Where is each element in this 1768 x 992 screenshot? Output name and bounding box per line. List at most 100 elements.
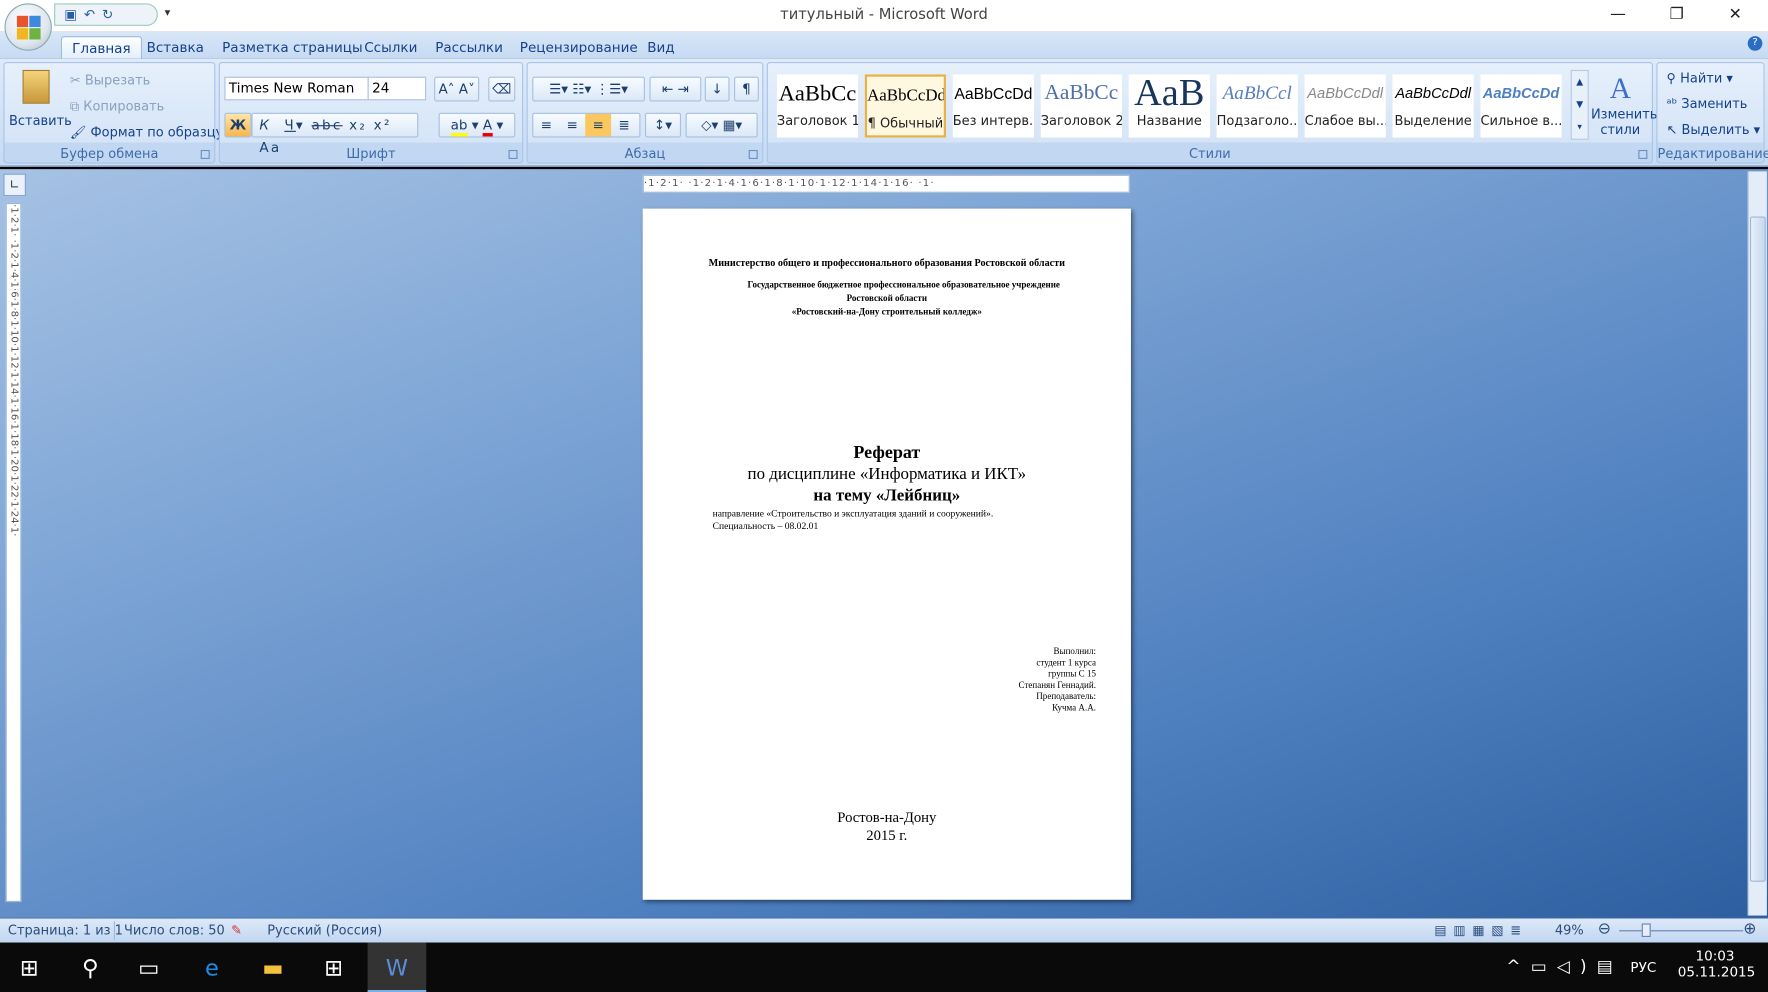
proofing-icon[interactable]: ✎: [231, 922, 242, 938]
tab-mailings[interactable]: Рассылки: [425, 36, 513, 59]
office-button[interactable]: [4, 3, 52, 51]
word-taskbar-icon[interactable]: W: [367, 942, 427, 992]
find-button[interactable]: ⚲ Найти ▾: [1667, 70, 1733, 86]
font-name-field[interactable]: Times New Roman: [224, 76, 369, 101]
cut-button[interactable]: ✂ Вырезать: [70, 72, 150, 88]
list-buttons[interactable]: ☰▾ ☷▾ ⋮☰▾: [532, 76, 645, 102]
copy-button[interactable]: ⧉ Копировать: [70, 98, 164, 115]
dialog-launcher-icon[interactable]: [200, 149, 210, 159]
dialog-launcher-icon[interactable]: [1638, 149, 1648, 159]
style-1[interactable]: AaBbCcDd ¶ Обычный: [864, 74, 947, 138]
done-by-label: Выполнил:: [1053, 646, 1096, 657]
undo-icon[interactable]: ↶: [84, 7, 102, 23]
style-preview: AaBbCcl: [1222, 82, 1292, 104]
tab-references[interactable]: Ссылки: [354, 36, 427, 59]
zoom-slider-thumb[interactable]: [1641, 923, 1651, 937]
word-count[interactable]: Число слов: 50: [124, 922, 225, 938]
group-label: Абзац: [624, 145, 666, 162]
select-button[interactable]: ↖ Выделить ▾: [1667, 122, 1761, 138]
underline-button[interactable]: Ч: [284, 117, 296, 133]
dialog-launcher-icon[interactable]: [748, 149, 758, 159]
zoom-out-icon[interactable]: ⊖: [1598, 920, 1611, 938]
scrollbar-thumb[interactable]: [1749, 216, 1766, 882]
help-icon[interactable]: ?: [1747, 36, 1763, 51]
tab-home[interactable]: Главная: [60, 36, 142, 59]
highlight-icon[interactable]: ab: [450, 117, 468, 137]
customize-icon[interactable]: ▾: [165, 7, 171, 19]
format-painter-button[interactable]: 🖌 Формат по образцу: [70, 124, 223, 140]
specialty-line: Специальность – 08.02.01: [712, 519, 819, 532]
style-5[interactable]: AaBbCcl Подзаголо...: [1216, 74, 1298, 138]
align-center-button[interactable]: ≡: [559, 114, 585, 137]
page-count[interactable]: Страница: 1 из 1: [8, 922, 123, 938]
shading-borders-buttons[interactable]: ◇▾ ▦▾: [685, 112, 758, 138]
style-preview: AaBbCcDd: [954, 84, 1033, 103]
font-color-icon[interactable]: A: [482, 117, 493, 137]
document-page[interactable]: Министерство общего и профессионального …: [642, 208, 1131, 900]
language-indicator[interactable]: Русский (Россия): [267, 922, 382, 938]
bold-button[interactable]: Ж: [224, 112, 252, 138]
indent-buttons[interactable]: ⇤ ⇥: [649, 76, 702, 102]
clear-format-button[interactable]: ⌫: [488, 76, 516, 102]
replace-label: Заменить: [1681, 95, 1748, 112]
shrink-font-icon[interactable]: A˅: [459, 81, 475, 97]
replace-button[interactable]: ᵃᵇ Заменить: [1667, 96, 1748, 112]
paste-icon: [22, 69, 50, 104]
style-7[interactable]: AaBbCcDdl Выделение: [1392, 74, 1474, 138]
redo-icon[interactable]: ↻: [102, 7, 120, 23]
tab-stop-selector[interactable]: ∟: [3, 173, 26, 197]
justify-button[interactable]: ≣: [611, 114, 637, 137]
store-icon[interactable]: ⊞: [304, 943, 363, 992]
style-6[interactable]: AaBbCcDdl Слабое вы...: [1304, 74, 1386, 138]
line-spacing-button[interactable]: ↕▾: [644, 112, 682, 138]
dialog-launcher-icon[interactable]: [508, 149, 518, 159]
clock[interactable]: 10:03 05.11.2015: [1678, 948, 1755, 980]
tab-page-layout[interactable]: Разметка страницы: [212, 36, 373, 59]
sort-button[interactable]: ↓: [704, 76, 730, 102]
minimize-button[interactable]: —: [1592, 0, 1644, 32]
tray-icons[interactable]: ^▭◁)▤: [1506, 956, 1622, 976]
zoom-slider[interactable]: [1619, 930, 1744, 932]
tab-view[interactable]: Вид: [637, 36, 685, 59]
zoom-level[interactable]: 49%: [1555, 922, 1584, 938]
close-button[interactable]: ✕: [1709, 0, 1761, 32]
windows-start-icon[interactable]: ⊞: [0, 943, 59, 992]
group-label: Редактирование: [1657, 145, 1768, 162]
select-label: Выделить: [1681, 121, 1750, 138]
style-4[interactable]: AaB Название: [1128, 74, 1210, 138]
strikethrough-button[interactable]: abc: [311, 117, 342, 133]
tab-review[interactable]: Рецензирование: [510, 36, 648, 59]
superscript-button[interactable]: x²: [374, 117, 392, 133]
file-explorer-icon[interactable]: ▬: [244, 943, 303, 992]
horizontal-ruler[interactable]: ·1·2·1· ·1·2·1·4·1·6·1·8·1·10·1·12·1·14·…: [642, 174, 1130, 193]
maximize-button[interactable]: ❐: [1651, 0, 1703, 32]
zoom-in-icon[interactable]: ⊕: [1743, 920, 1756, 938]
font-size-field[interactable]: 24: [367, 76, 427, 101]
align-left-button[interactable]: ≡: [533, 114, 559, 137]
italic-button[interactable]: К: [259, 117, 271, 133]
align-right-button[interactable]: ≡: [585, 113, 612, 137]
edge-icon[interactable]: e: [183, 943, 242, 992]
change-styles-button[interactable]: A Изменить стили: [1591, 72, 1657, 137]
style-0[interactable]: AaBbCc Заголовок 1: [776, 74, 859, 138]
save-icon[interactable]: ▣: [64, 7, 84, 23]
author-block: Выполнил: студент 1 курса группы С 15 Ст…: [1019, 646, 1096, 714]
brush-icon: 🖌: [69, 124, 91, 140]
vertical-ruler[interactable]: ·1·2·1· ·1·2·1·4·1·6·1·8·1·10·1·12·1·14·…: [5, 202, 22, 903]
subscript-button[interactable]: x₂: [349, 117, 367, 133]
search-icon[interactable]: ⚲: [61, 943, 120, 992]
grow-shrink-font-buttons[interactable]: A˄ A˅: [434, 76, 480, 102]
style-2[interactable]: AaBbCcDd Без интерв...: [952, 74, 1034, 138]
task-view-icon[interactable]: ▭: [120, 943, 179, 992]
group-label: Стили: [1188, 145, 1231, 162]
styles-scroll[interactable]: ▲ ▼ ▾: [1570, 69, 1589, 140]
style-8[interactable]: AaBbCcDd Сильное в...: [1480, 74, 1562, 138]
vertical-scrollbar[interactable]: [1747, 171, 1767, 916]
view-buttons[interactable]: ▤▥▦▧≣: [1434, 922, 1528, 938]
paste-button[interactable]: Вставить: [9, 113, 72, 129]
input-language[interactable]: РУС: [1630, 960, 1656, 976]
grow-font-icon[interactable]: A˄: [438, 81, 454, 97]
show-marks-button[interactable]: ¶: [734, 76, 759, 102]
tab-insert[interactable]: Вставка: [136, 36, 214, 59]
style-3[interactable]: AaBbCc Заголовок 2: [1040, 74, 1122, 138]
